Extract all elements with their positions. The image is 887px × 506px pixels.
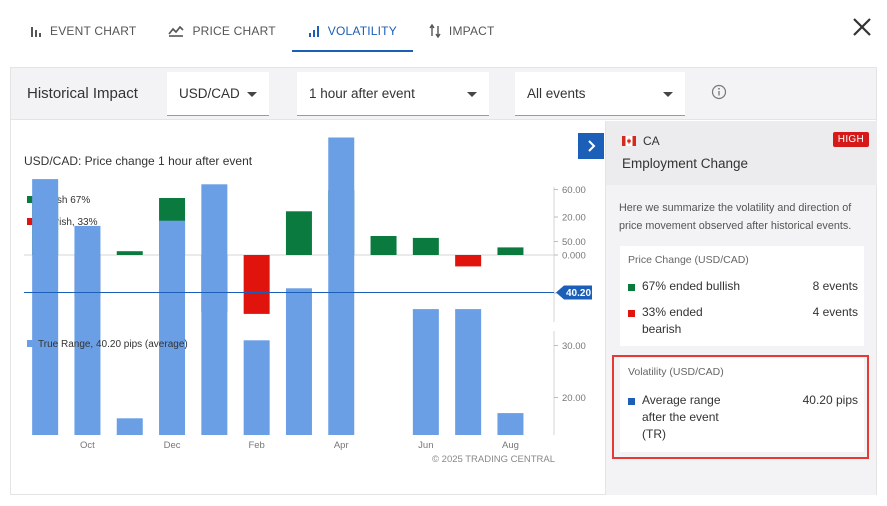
x-tick-label: Aug xyxy=(502,440,519,451)
time-window-value: 1 hour after event xyxy=(309,86,415,101)
legend-true-range-swatch xyxy=(27,340,34,347)
true-range-bar xyxy=(285,288,312,435)
price-change-bar xyxy=(412,237,439,255)
true-range-bar xyxy=(455,309,482,435)
average-range-value: 40.20 pips xyxy=(802,393,858,407)
volatility-label-tr: (TR) xyxy=(642,427,666,441)
true-range-bar xyxy=(116,418,143,435)
tab-impact[interactable]: IMPACT xyxy=(413,10,511,52)
event-header: CA HIGH Employment Change xyxy=(606,121,877,185)
canada-flag-icon xyxy=(622,136,636,146)
price-change-bar xyxy=(370,236,397,255)
tab-label: PRICE CHART xyxy=(192,24,276,38)
x-tick-label: Feb xyxy=(248,440,264,451)
chart-area: USD/CAD: Price change 1 hour after event… xyxy=(11,121,605,495)
chevron-down-icon xyxy=(247,92,257,97)
tab-bar: EVENT CHART PRICE CHART VOLATILITY IMPAC… xyxy=(14,10,511,52)
close-icon[interactable] xyxy=(849,14,875,40)
event-summary-sidebar: CA HIGH Employment Change Here we summar… xyxy=(605,121,877,495)
price-change-bar xyxy=(285,211,312,255)
y-tick-label: 60.00 xyxy=(562,185,586,196)
currency-pair-select[interactable]: USD/CAD xyxy=(167,72,269,116)
bar-chart-icon xyxy=(30,25,42,37)
x-tick-label: Oct xyxy=(80,440,95,451)
events-filter-select[interactable]: All events xyxy=(515,72,685,116)
bearish-marker xyxy=(628,310,635,317)
y-tick-label: 0.000 xyxy=(562,251,586,262)
section-title: Historical Impact xyxy=(27,85,138,102)
bullish-marker xyxy=(628,284,635,291)
tab-volatility[interactable]: VOLATILITY xyxy=(291,10,414,52)
events-filter-value: All events xyxy=(527,86,586,101)
x-tick-label: Jun xyxy=(418,440,433,451)
summary-text: Here we summarize the volatility and dir… xyxy=(619,202,852,232)
true-range-bar xyxy=(74,225,101,435)
historical-impact-panel: Historical Impact USD/CAD 1 hour after e… xyxy=(10,67,877,495)
bullish-count: 8 events xyxy=(812,279,858,293)
tab-event-chart[interactable]: EVENT CHART xyxy=(14,10,152,52)
tab-label: IMPACT xyxy=(448,24,495,38)
time-window-select[interactable]: 1 hour after event xyxy=(297,72,489,116)
y-tick-label: 30.00 xyxy=(562,341,586,352)
true-range-bar xyxy=(497,413,524,435)
x-tick-label: Apr xyxy=(334,440,349,451)
true-range-bar xyxy=(32,179,59,435)
volatility-label-cont: after the event xyxy=(642,410,719,424)
price-change-bar xyxy=(116,251,143,255)
info-icon[interactable] xyxy=(711,84,727,100)
tab-label: VOLATILITY xyxy=(327,24,397,38)
volatility-icon xyxy=(308,25,320,37)
impact-arrows-icon xyxy=(429,24,441,38)
true-range-bar xyxy=(412,309,439,435)
chevron-down-icon xyxy=(663,92,673,97)
average-value-label: 40.20 xyxy=(566,288,591,299)
price-change-box: Price Change (USD/CAD) 67% ended bullish… xyxy=(620,246,864,346)
importance-badge: HIGH xyxy=(832,132,869,147)
true-range-bar xyxy=(201,184,228,435)
true-range-bar xyxy=(328,137,355,435)
volatility-chart: 20.000.000-20.00Bullish 67%Bearish, 33%6… xyxy=(24,137,592,465)
volatility-title: Volatility (USD/CAD) xyxy=(628,366,724,378)
volatility-marker xyxy=(628,398,635,405)
bearish-label: 33% ended xyxy=(642,305,703,319)
currency-pair-value: USD/CAD xyxy=(179,86,240,101)
volatility-box: Volatility (USD/CAD) Average range after… xyxy=(620,358,864,452)
y-tick-label: 50.00 xyxy=(562,237,586,248)
true-range-bar xyxy=(159,220,186,435)
price-chart-icon xyxy=(168,25,185,37)
chevron-down-icon xyxy=(467,92,477,97)
y-tick-label: 20.00 xyxy=(562,393,586,404)
price-change-bar xyxy=(497,247,524,255)
true-range-bar xyxy=(243,340,270,435)
x-tick-label: Dec xyxy=(164,440,181,451)
bullish-label: 67% ended bullish xyxy=(642,279,741,293)
tab-price-chart[interactable]: PRICE CHART xyxy=(152,10,291,52)
filter-bar: Historical Impact USD/CAD 1 hour after e… xyxy=(11,68,876,120)
bearish-label-cont: bearish xyxy=(642,322,682,336)
tab-label: EVENT CHART xyxy=(50,24,137,38)
price-change-bar xyxy=(243,255,270,314)
price-change-bar xyxy=(455,255,482,267)
volatility-label: Average range xyxy=(642,393,721,407)
legend-true-range-label: True Range, 40.20 pips (average) xyxy=(38,339,188,350)
country-code: CA xyxy=(643,134,660,148)
y-tick-label: 20.00 xyxy=(562,213,586,224)
event-name: Employment Change xyxy=(622,156,749,171)
price-change-title: Price Change (USD/CAD) xyxy=(628,254,749,266)
copyright-text: © 2025 TRADING CENTRAL xyxy=(432,454,555,465)
bearish-count: 4 events xyxy=(812,305,858,319)
